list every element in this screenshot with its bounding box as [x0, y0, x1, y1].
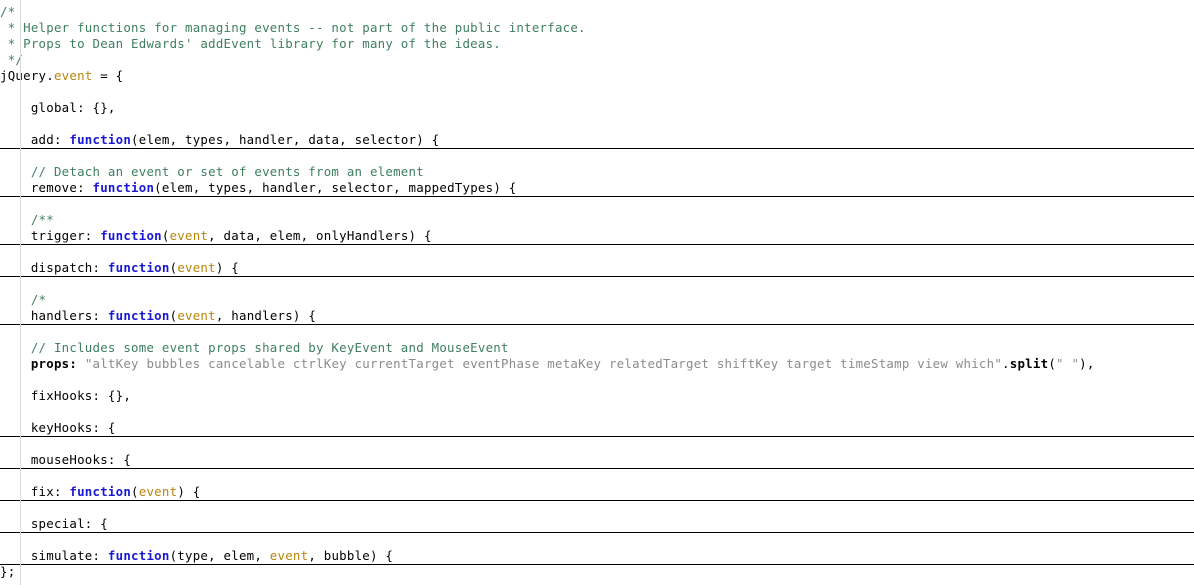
code-token-plain: special: {: [0, 516, 108, 531]
code-line[interactable]: /*: [0, 4, 1194, 20]
code-token-plain: fix:: [0, 484, 70, 499]
code-token-comment: // Detach an event or set of events from…: [0, 164, 424, 179]
code-line[interactable]: handlers: function(event, handlers) {: [0, 308, 1194, 324]
code-token-comment: * Helper functions for managing events -…: [0, 20, 586, 35]
code-token-plain: , bubble) {: [308, 548, 394, 563]
code-line[interactable]: special: {: [0, 516, 1194, 532]
code-line[interactable]: jQuery.event = {: [0, 68, 1194, 84]
code-token-keyword: function: [107, 308, 170, 323]
code-token-plain: add:: [0, 132, 70, 147]
code-token-keyword: function: [92, 180, 155, 195]
code-token-plain: .: [1002, 356, 1010, 371]
folded-region-rule[interactable]: [0, 468, 1194, 469]
folded-region-rule[interactable]: [0, 244, 1194, 245]
code-token-plain: (type, elem,: [169, 548, 270, 563]
code-token-keyword: function: [69, 484, 132, 499]
code-token-plain: (: [1048, 356, 1057, 371]
code-line[interactable]: * Helper functions for managing events -…: [0, 20, 1194, 36]
code-token-plain: (elem, types, handler, data, selector) {: [131, 132, 440, 147]
code-token-plain: keyHooks: {: [0, 420, 116, 435]
code-token-parameter: event: [138, 484, 178, 499]
code-token-plain: (elem, types, handler, selector, mappedT…: [154, 180, 517, 195]
code-token-keyword: function: [107, 548, 170, 563]
code-line[interactable]: /**: [0, 212, 1194, 228]
code-token-plain: };: [0, 564, 16, 579]
code-line[interactable]: keyHooks: {: [0, 420, 1194, 436]
code-line[interactable]: * Props to Dean Edwards' addEvent librar…: [0, 36, 1194, 52]
code-token-plain: ) {: [215, 260, 239, 275]
folded-region-rule[interactable]: [0, 500, 1194, 501]
code-line[interactable]: mouseHooks: {: [0, 452, 1194, 468]
code-token-property: props:: [30, 356, 78, 371]
code-token-plain: = {: [92, 68, 124, 83]
code-token-plain: , data, elem, onlyHandlers) {: [208, 228, 432, 243]
code-token-plain: ) {: [177, 484, 201, 499]
folded-region-rule[interactable]: [0, 276, 1194, 277]
code-text-area[interactable]: /* * Helper functions for managing event…: [0, 0, 1194, 585]
code-token-plain: dispatch:: [0, 260, 108, 275]
folded-region-rule[interactable]: [0, 148, 1194, 149]
code-token-plain: trigger:: [0, 228, 101, 243]
code-token-plain: handlers:: [0, 308, 108, 323]
code-token-plain: jQuery.: [0, 68, 54, 83]
code-token-keyword: function: [100, 228, 162, 243]
code-token-plain: (: [161, 228, 170, 243]
code-line[interactable]: };: [0, 564, 1194, 580]
code-token-string: " ": [1056, 356, 1080, 371]
code-token-parameter: event: [177, 308, 216, 323]
code-token-comment: // Includes some event props shared by K…: [0, 340, 509, 355]
code-line[interactable]: // Detach an event or set of events from…: [0, 164, 1194, 180]
code-token-keyword: function: [107, 260, 170, 275]
code-line[interactable]: props: "altKey bubbles cancelable ctrlKe…: [0, 356, 1194, 372]
folded-region-rule[interactable]: [0, 324, 1194, 325]
code-token-property: split: [1009, 356, 1049, 371]
folded-region-rule[interactable]: [0, 196, 1194, 197]
code-line[interactable]: dispatch: function(event) {: [0, 260, 1194, 276]
folded-region-rule[interactable]: [0, 436, 1194, 437]
folded-region-rule[interactable]: [0, 532, 1194, 533]
indent-guide-0: [20, 0, 21, 585]
code-token-parameter: event: [269, 548, 309, 563]
code-token-keyword: function: [69, 132, 132, 147]
code-line[interactable]: /*: [0, 292, 1194, 308]
code-line[interactable]: // Includes some event props shared by K…: [0, 340, 1194, 356]
code-line[interactable]: add: function(elem, types, handler, data…: [0, 132, 1194, 148]
code-token-string: "altKey bubbles cancelable ctrlKey curre…: [84, 356, 1003, 371]
code-line[interactable]: simulate: function(type, elem, event, bu…: [0, 548, 1194, 564]
code-token-plain: global: {},: [0, 100, 116, 115]
code-token-parameter: event: [177, 260, 216, 275]
code-token-plain: (: [131, 484, 139, 499]
code-editor[interactable]: /* * Helper functions for managing event…: [0, 0, 1194, 585]
code-token-plain: remove:: [0, 180, 93, 195]
code-token-parameter: event: [169, 228, 209, 243]
code-token-plain: simulate:: [0, 548, 108, 563]
code-line[interactable]: global: {},: [0, 100, 1194, 116]
code-line[interactable]: */: [0, 52, 1194, 68]
code-token-comment: /*: [0, 292, 47, 307]
code-line[interactable]: fixHooks: {},: [0, 388, 1194, 404]
code-token-comment: /**: [0, 212, 54, 227]
code-line[interactable]: fix: function(event) {: [0, 484, 1194, 500]
code-token-plain: , handlers) {: [215, 308, 317, 323]
code-token-comment: /*: [0, 4, 16, 19]
code-token-parameter: event: [53, 68, 93, 83]
code-token-plain: ),: [1079, 356, 1095, 371]
code-token-comment: * Props to Dean Edwards' addEvent librar…: [0, 36, 502, 51]
code-line[interactable]: trigger: function(event, data, elem, onl…: [0, 228, 1194, 244]
code-line[interactable]: remove: function(elem, types, handler, s…: [0, 180, 1194, 196]
